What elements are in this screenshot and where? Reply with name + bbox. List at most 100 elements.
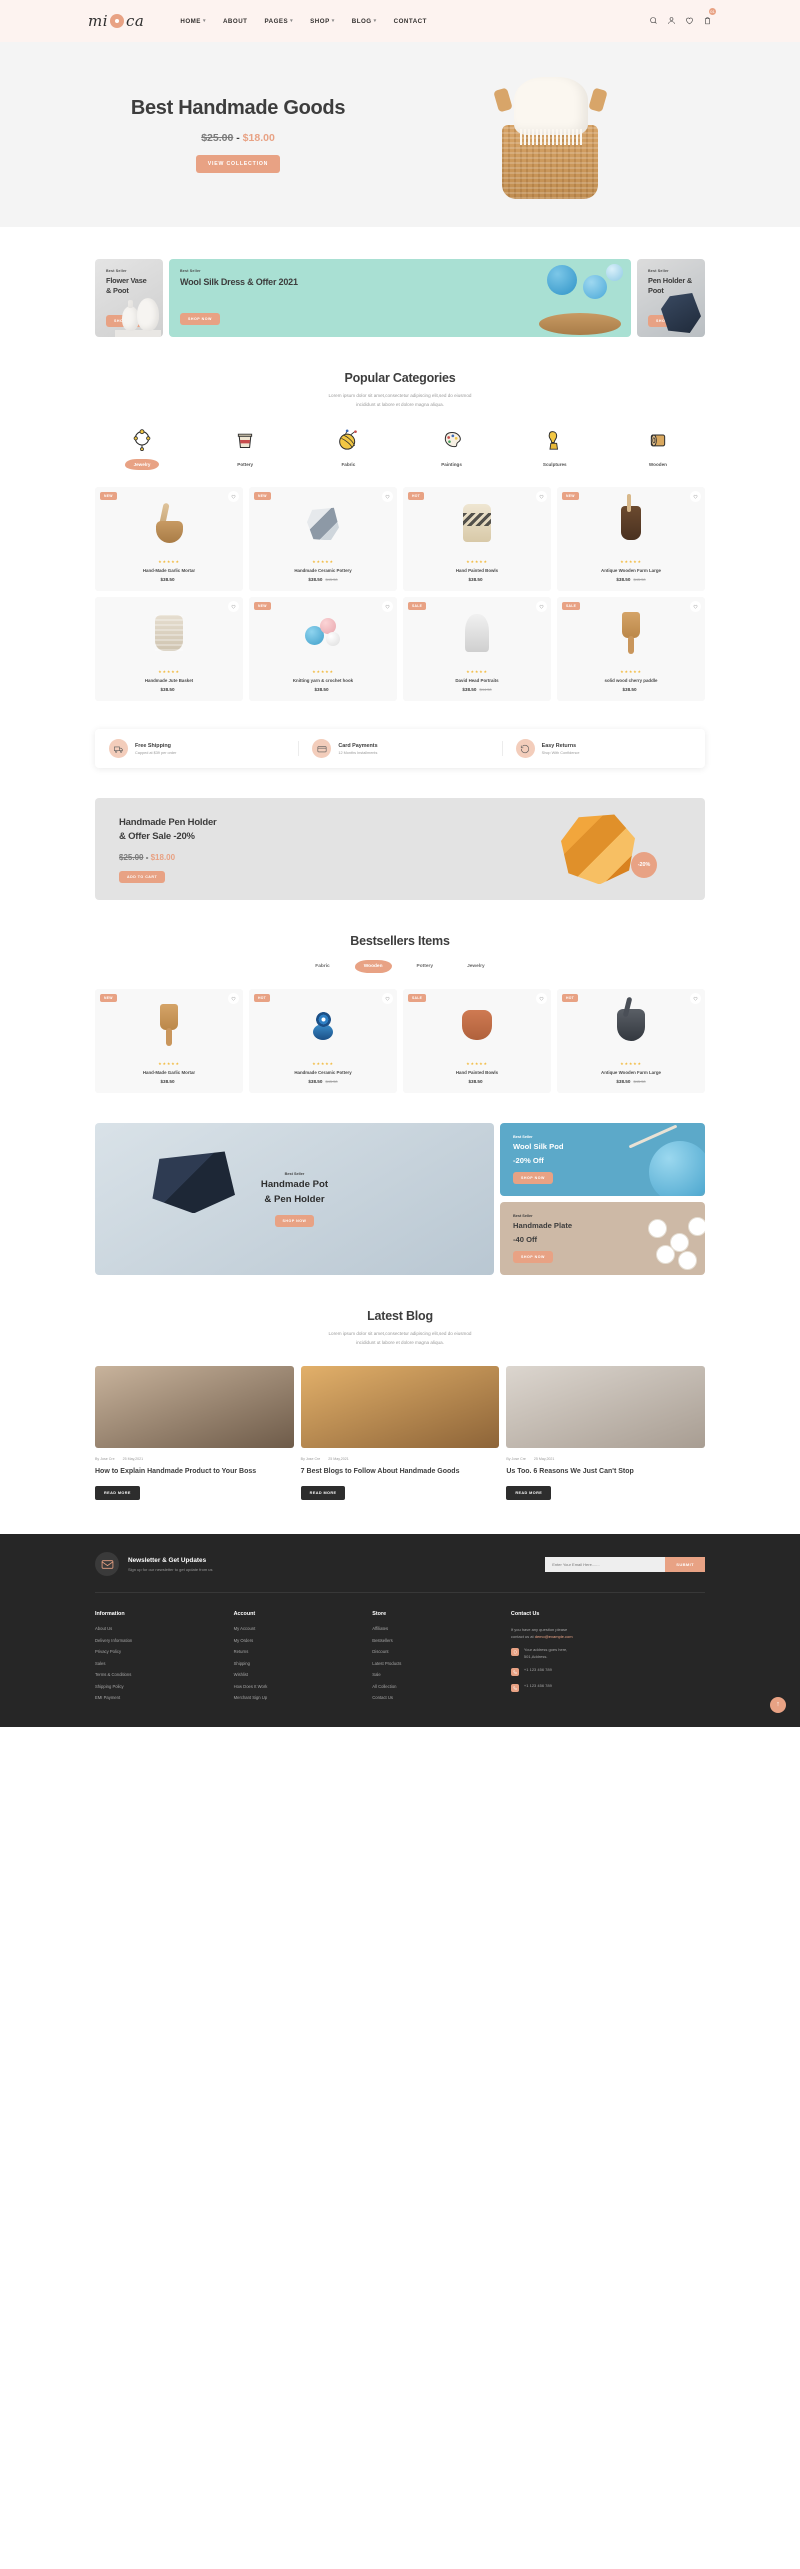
banner-wool-silk-pod[interactable]: Best Seller Wool Silk Pod -20% Off SHOP … [500,1123,705,1197]
blog-post[interactable]: By Jose Cre 25 May,2021 Us Too. 6 Reason… [506,1365,706,1501]
footer-link[interactable]: Returns [234,1649,373,1654]
footer-link[interactable]: Merchant Sign Up [234,1695,373,1700]
add-to-cart-button[interactable]: ADD TO CART [119,870,166,883]
wishlist-heart-icon[interactable] [228,491,239,503]
category-item-jewelry[interactable]: Jewelry [111,427,173,471]
footer-link[interactable]: Bestsellers [372,1638,511,1643]
footer-link[interactable]: My Orders [234,1638,373,1643]
product-card[interactable]: HOT ★★★★★ Hand Painted Bowls $38.50 [403,487,551,592]
footer-link[interactable]: Delivery Information [95,1638,234,1643]
footer-link[interactable]: All Collection [372,1684,511,1689]
category-item-sculptures[interactable]: Sculptures [524,427,586,471]
tab-pottery[interactable]: Pottery [408,960,443,973]
footer-link[interactable]: Discount [372,1649,511,1654]
shop-now-button[interactable]: SHOP NOW [513,1171,553,1184]
promo-card-pen-holder[interactable]: Best Seller Pen Holder & Poot SHOP NOW [637,259,705,337]
footer-column-heading: Account [233,1611,256,1618]
product-card[interactable]: NEW ★★★★★ Hand-Made Garlic Mortar $38.50 [95,989,243,1094]
banner-handmade-plate[interactable]: Best Seller Handmade Plate -40 Off SHOP … [500,1202,705,1276]
banner-title-line-2: -20% Off [513,1155,544,1165]
footer-link[interactable]: Sale [372,1672,511,1677]
wishlist-heart-icon[interactable] [690,491,701,503]
site-logo[interactable]: mi ca [88,12,144,30]
wishlist-heart-icon[interactable] [685,12,694,30]
footer-link[interactable]: About Us [95,1626,234,1631]
shop-now-button[interactable]: SHOP NOW [180,313,220,325]
price-current: $38.50 [462,687,477,693]
nav-item-pages[interactable]: PAGES ▾ [264,18,293,25]
footer-link[interactable]: Contact Us [372,1695,511,1700]
cart-icon[interactable]: 01 [703,8,716,30]
wishlist-heart-icon[interactable] [228,993,239,1005]
price-current: $38.50 [616,1079,631,1085]
wishlist-heart-icon[interactable] [690,601,701,613]
promo-card-wool-silk-dress[interactable]: Best Seller Wool Silk Dress & Offer 2021… [169,259,631,337]
footer-link[interactable]: Wishlist [234,1672,373,1677]
contact-phone[interactable]: +1 123 456 789 [524,1667,552,1673]
footer-link[interactable]: Latest Products [372,1661,511,1666]
product-card[interactable]: NEW ★★★★★ Hand-Made Garlic Mortar $38.50 [95,487,243,592]
product-card[interactable]: HOT ★★★★★ Handmade Ceramic Pottery $38.5… [249,989,397,1094]
footer-link[interactable]: Terms & Conditions [95,1672,234,1677]
newsletter-submit-button[interactable]: SUBMIT [665,1556,705,1572]
product-card[interactable]: HOT ★★★★★ Antique Wooden Farm Large $38.… [557,989,705,1094]
promo-card-flower-vase[interactable]: Best Seller Flower Vase & Poot SHOP NOW [95,259,163,337]
tab-fabric[interactable]: Fabric [306,960,338,973]
wishlist-heart-icon[interactable] [382,601,393,613]
product-rating: ★★★★★ [312,669,334,675]
newsletter-email-input[interactable] [545,1556,666,1572]
category-item-pottery[interactable]: Pottery [214,427,276,471]
wishlist-heart-icon[interactable] [228,601,239,613]
product-card[interactable]: SALE ★★★★★ David Head Portraits $38.50 $4… [403,597,551,702]
footer-link[interactable]: Affiliates [372,1626,511,1631]
product-grid: NEW ★★★★★ Hand-Made Garlic Mortar $38.50… [95,487,705,702]
nav-item-contact[interactable]: CONTACT [394,18,427,25]
read-more-button[interactable]: READ MORE [300,1486,346,1501]
product-card[interactable]: NEW ★★★★★ Handmade Ceramic Pottery $38.5… [249,487,397,592]
blog-meta: By Jose Cre 25 May,2021 [301,1457,500,1461]
category-item-paintings[interactable]: Paintings [421,427,483,471]
contact-email[interactable]: demo@example.com [535,1634,573,1639]
user-account-icon[interactable] [667,12,676,30]
footer-link[interactable]: Shipping [234,1661,373,1666]
read-more-button[interactable]: READ MORE [506,1486,552,1501]
nav-item-about[interactable]: ABOUT [223,18,248,25]
view-collection-button[interactable]: VIEW COLLECTION [195,155,281,174]
nav-item-shop[interactable]: SHOP ▾ [310,18,335,25]
product-image: SALE [557,597,705,669]
footer-link[interactable]: Privacy Policy [95,1649,234,1654]
blog-post[interactable]: By Jose Cre 25 May,2021 How to Explain H… [95,1365,294,1501]
wishlist-heart-icon[interactable] [536,993,547,1005]
shop-now-button[interactable]: SHOP NOW [513,1250,553,1263]
footer-link[interactable]: EMI Payment [95,1695,234,1700]
tab-wooden[interactable]: Wooden [354,960,392,974]
nav-item-blog[interactable]: BLOG ▾ [352,18,377,25]
footer-link[interactable]: Shipping Policy [95,1684,234,1689]
wishlist-heart-icon[interactable] [690,993,701,1005]
contact-phone-2[interactable]: +1 123 456 789 [524,1683,552,1689]
category-item-wooden[interactable]: Wooden [627,427,689,471]
wishlist-heart-icon[interactable] [536,491,547,503]
footer-link[interactable]: Sales [95,1661,234,1666]
footer-link[interactable]: How Does It Work [234,1684,373,1689]
shop-now-button[interactable]: SHOP NOW [274,1215,315,1228]
bestsellers-grid: NEW ★★★★★ Hand-Made Garlic Mortar $38.50… [95,989,705,1094]
tab-jewelry[interactable]: Jewelry [458,960,494,973]
product-card[interactable]: ★★★★★ Handmade Jute Basket $38.50 [95,597,243,702]
wishlist-heart-icon[interactable] [382,491,393,503]
footer-link[interactable]: My Account [234,1626,373,1631]
search-icon[interactable] [649,12,658,30]
blog-post[interactable]: By Jose Cre 25 May,2021 7 Best Blogs to … [300,1365,500,1501]
product-card[interactable]: NEW ★★★★★ Antique Wooden Farm Large $38.… [557,487,705,592]
product-card[interactable]: NEW ★★★★★ Knitting yarn & crochet hook $… [249,597,397,702]
banner-handmade-pot[interactable]: Best Seller Handmade Pot & Pen Holder SH… [95,1123,494,1276]
product-card[interactable]: SALE ★★★★★ solid wood cherry paddle $38.… [557,597,705,702]
wishlist-heart-icon[interactable] [536,601,547,613]
nav-item-home[interactable]: HOME ▾ [180,18,206,25]
back-to-top-button[interactable]: ↑ [770,1696,786,1713]
product-card[interactable]: SALE ★★★★★ Hand Painted Bowls $38.50 [403,989,551,1094]
nav-label: SHOP [310,17,330,25]
category-item-fabric[interactable]: Fabric [317,427,379,471]
read-more-button[interactable]: READ MORE [95,1486,140,1501]
wishlist-heart-icon[interactable] [382,993,393,1005]
